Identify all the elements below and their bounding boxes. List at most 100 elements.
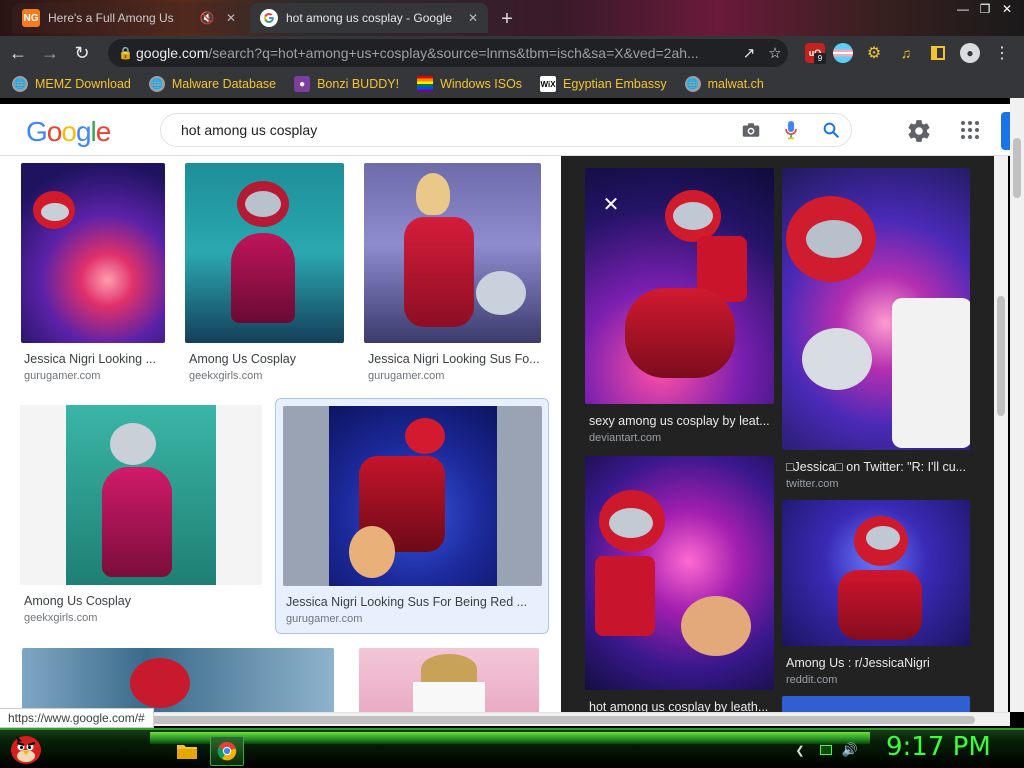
result-thumbnail[interactable] <box>185 163 344 343</box>
preview-source: twitter.com <box>786 478 839 490</box>
result-title[interactable]: Among Us Cosplay <box>24 594 224 608</box>
start-button[interactable] <box>8 728 44 768</box>
bookmark-malware-database[interactable]: 🌐 Malware Database <box>148 76 276 92</box>
result-source: gurugamer.com <box>286 613 363 625</box>
wix-icon: WiX <box>540 76 557 92</box>
bookmark-bonzi-buddy[interactable]: ● Bonzi BUDDY! <box>294 76 399 92</box>
volume-icon[interactable]: 🔊 <box>842 742 858 758</box>
result-source: gurugamer.com <box>24 370 101 382</box>
tab-title: hot among us cosplay - Google <box>286 11 453 25</box>
preview-thumbnail[interactable] <box>782 500 970 646</box>
preview-title[interactable]: Among Us : r/JessicaNigri <box>786 656 968 670</box>
media-control-icon[interactable]: ♫ <box>896 43 916 63</box>
back-button[interactable]: ← <box>4 39 32 67</box>
lock-icon[interactable]: 🔒 <box>118 46 136 60</box>
puzzle-extensions-icon[interactable]: ⚙ <box>864 43 884 63</box>
google-logo[interactable]: Google <box>26 116 111 148</box>
panel-scrollbar-thumb[interactable] <box>997 296 1005 416</box>
result-thumbnail[interactable] <box>22 648 334 712</box>
desktop: NG Here's a Full Among Us 🔇 ✕ hot among … <box>0 0 1024 768</box>
link-status-bar: https://www.google.com/# <box>0 708 154 728</box>
preview-source: reddit.com <box>786 674 838 686</box>
tray-expand-icon[interactable]: ❮ <box>792 742 808 758</box>
taskbar-green-band <box>150 732 870 744</box>
taskbar-clock[interactable]: 9:17 PM <box>886 732 991 762</box>
result-thumbnail[interactable] <box>359 648 539 712</box>
share-icon[interactable]: ↗ <box>736 40 762 66</box>
google-favicon-icon <box>260 9 278 27</box>
windows-icon <box>417 76 434 92</box>
tab-title: Here's a Full Among Us <box>48 11 174 25</box>
preview-thumbnail[interactable] <box>782 696 970 712</box>
bookmark-malwatch[interactable]: 🌐 malwat.ch <box>684 76 764 92</box>
preview-title[interactable]: □Jessica□ on Twitter: "R: I'll cu... <box>786 460 968 474</box>
related-images-panel: ✕ sexy among us cosplay by leat... devia… <box>561 156 994 712</box>
search-input[interactable] <box>181 122 731 138</box>
tab-google-search[interactable]: hot among us cosplay - Google ✕ <box>250 3 488 33</box>
globe-icon: 🌐 <box>684 76 701 92</box>
bookmark-memz-download[interactable]: 🌐 MEMZ Download <box>12 76 131 92</box>
taskbar: ❮ 🔊 9:17 PM <box>0 728 1024 768</box>
search-icon[interactable] <box>811 115 851 145</box>
apps-grid-icon[interactable] <box>958 118 982 142</box>
bookmark-star-icon[interactable]: ☆ <box>762 40 788 66</box>
extension-badge: 9 <box>814 53 826 64</box>
result-title[interactable]: Jessica Nigri Looking ... <box>24 352 164 366</box>
result-title[interactable]: Jessica Nigri Looking Sus Fo... <box>368 352 540 366</box>
bookmark-windows-isos[interactable]: Windows ISOs <box>417 76 522 92</box>
maximize-button[interactable]: ❐ <box>974 0 996 18</box>
mute-icon[interactable]: 🔇 <box>198 9 216 27</box>
tab-close-icon[interactable]: ✕ <box>222 9 240 27</box>
side-panel-icon[interactable] <box>928 43 948 63</box>
microphone-icon[interactable] <box>771 115 811 145</box>
globe-icon: 🌐 <box>12 76 28 92</box>
result-source: geekxgirls.com <box>24 612 98 624</box>
address-bar[interactable]: 🔒 google.com/search?q=hot+among+us+cospl… <box>108 39 788 67</box>
new-tab-button[interactable]: + <box>496 8 518 30</box>
network-icon[interactable] <box>818 742 834 758</box>
address-url[interactable]: google.com/search?q=hot+among+us+cosplay… <box>136 45 736 61</box>
reload-button[interactable]: ↻ <box>68 39 96 67</box>
browser-toolbar: ← → ↻ 🔒 google.com/search?q=hot+among+us… <box>0 36 1024 70</box>
result-source: gurugamer.com <box>368 370 445 382</box>
chrome-taskbar-icon[interactable] <box>210 736 244 766</box>
forward-button[interactable]: → <box>36 39 64 67</box>
preview-title[interactable]: hot among us cosplay by leath... <box>589 700 769 712</box>
page-scrollbar-thumb[interactable] <box>1013 138 1021 198</box>
settings-gear-icon[interactable] <box>906 118 932 144</box>
result-title[interactable]: Among Us Cosplay <box>189 352 339 366</box>
preview-thumbnail[interactable] <box>782 168 970 450</box>
menu-kebab-icon[interactable]: ⋮ <box>992 43 1012 63</box>
sign-in-button[interactable] <box>1001 112 1010 150</box>
minimize-button[interactable]: — <box>952 0 974 18</box>
globe-icon: 🌐 <box>148 76 165 92</box>
close-window-button[interactable]: ✕ <box>996 0 1018 18</box>
result-thumbnail[interactable] <box>20 405 262 585</box>
result-source: geekxgirls.com <box>189 370 263 382</box>
flag-extension-icon[interactable] <box>833 43 853 63</box>
result-thumbnail[interactable] <box>283 406 542 586</box>
profile-avatar-icon[interactable]: ● <box>960 43 980 63</box>
file-explorer-icon[interactable] <box>170 736 204 766</box>
image-results-grid: Jessica Nigri Looking ... gurugamer.com … <box>0 156 561 712</box>
bookmarks-bar: 🌐 MEMZ Download 🌐 Malware Database ● Bonzi … <box>0 70 1024 98</box>
page-scrollbar[interactable] <box>1010 98 1024 712</box>
panel-scrollbar[interactable] <box>994 156 1008 712</box>
result-title[interactable]: Jessica Nigri Looking Sus For Being Red … <box>286 595 536 609</box>
result-thumbnail[interactable] <box>364 163 541 343</box>
bonzi-icon: ● <box>294 76 311 92</box>
close-icon[interactable]: ✕ <box>597 190 625 218</box>
preview-source: deviantart.com <box>589 432 662 444</box>
camera-icon[interactable] <box>731 115 771 145</box>
preview-title[interactable]: sexy among us cosplay by leat... <box>589 414 769 428</box>
selected-result-card[interactable]: Jessica Nigri Looking Sus For Being Red … <box>275 398 549 634</box>
newgrounds-icon: NG <box>22 9 40 27</box>
bookmark-egyptian-embassy[interactable]: WiX Egyptian Embassy <box>540 76 667 92</box>
tab-close-icon[interactable]: ✕ <box>464 9 482 27</box>
horizontal-scrollbar-thumb[interactable] <box>150 716 975 724</box>
preview-thumbnail[interactable] <box>585 456 774 690</box>
result-thumbnail[interactable] <box>21 163 165 343</box>
tab-among-us-article[interactable]: NG Here's a Full Among Us 🔇 ✕ <box>12 3 246 33</box>
search-box[interactable] <box>160 113 852 147</box>
browser-tab-strip: NG Here's a Full Among Us 🔇 ✕ hot among … <box>0 0 1024 36</box>
